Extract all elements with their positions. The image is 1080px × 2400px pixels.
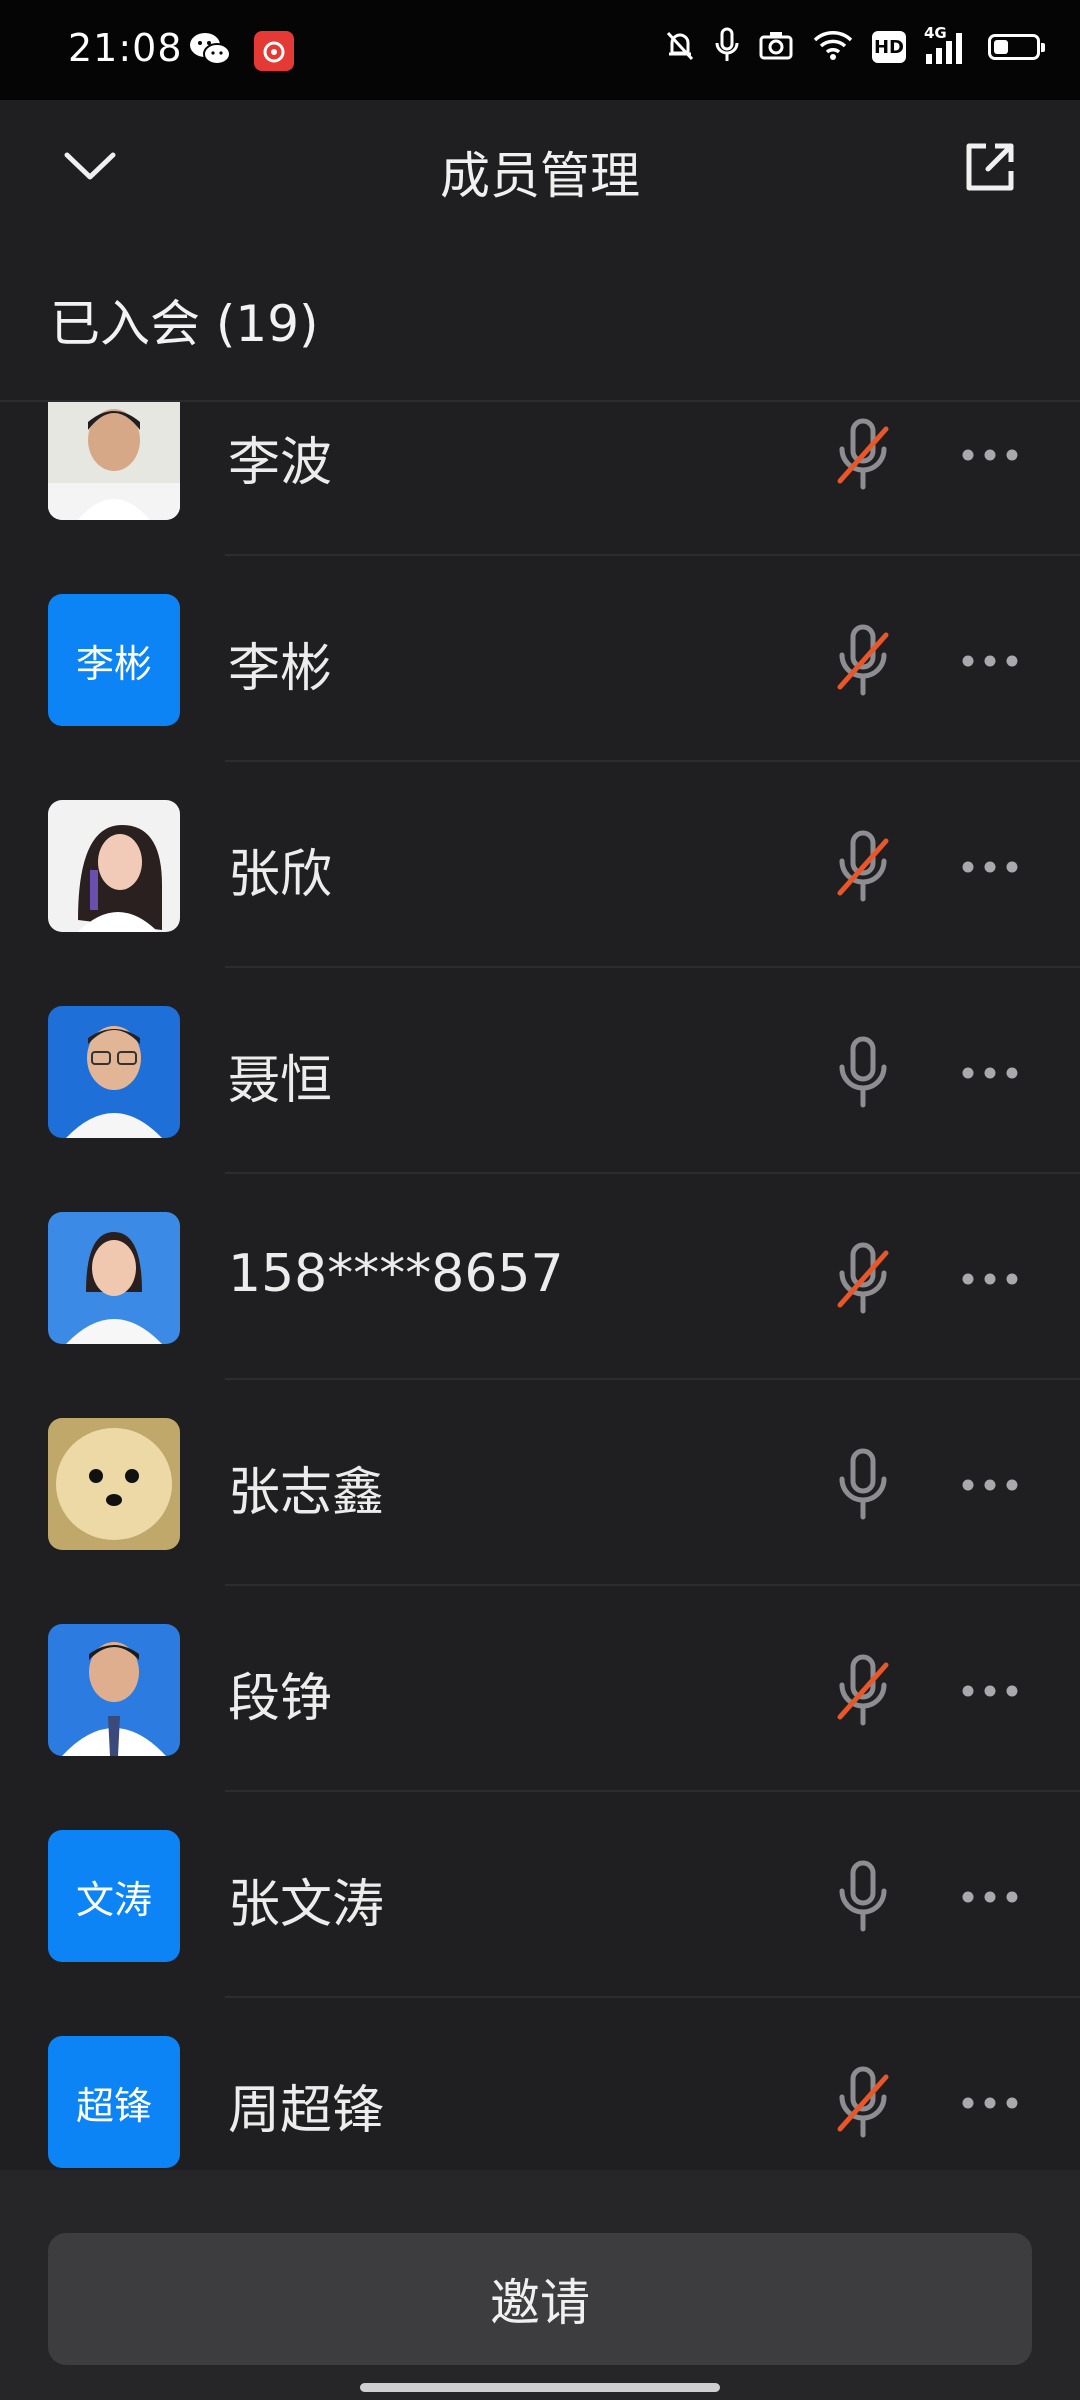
avatar [48, 400, 180, 520]
avatar [48, 800, 180, 932]
more-options-icon[interactable] [955, 2068, 1025, 2138]
avatar [48, 1624, 180, 1756]
invite-button[interactable]: 邀请 [48, 2233, 1032, 2365]
avatar-initials: 李彬 [75, 641, 152, 686]
home-indicator[interactable] [360, 2383, 720, 2392]
mic-icon[interactable] [830, 1440, 896, 1530]
camera-icon [758, 29, 794, 65]
bottom-bar: 邀请 [0, 2170, 1080, 2400]
member-list[interactable]: 李波李彬 李彬张欣聂恒 158****8657 张志鑫段铮文涛 张文涛超锋 周超锋 [0, 400, 1080, 2170]
avatar: 超锋 [48, 2036, 180, 2168]
hd-icon: HD [872, 31, 906, 63]
avatar-initials: 超锋 [75, 2083, 152, 2128]
battery-icon [988, 34, 1045, 60]
status-bar: 21:08 HD 4G [0, 0, 1080, 100]
avatar [48, 1006, 180, 1138]
mic-muted-icon[interactable] [830, 410, 896, 500]
avatar: 李彬 [48, 594, 180, 726]
member-row[interactable]: 李彬 李彬 [0, 556, 1080, 762]
list-divider [0, 400, 1080, 402]
member-name: 聂恒 [228, 1051, 333, 1111]
mic-icon [714, 26, 740, 68]
member-name: 张志鑫 [228, 1463, 385, 1523]
mic-icon[interactable] [830, 1852, 896, 1942]
4g-signal-icon: 4G [924, 24, 970, 66]
more-options-icon[interactable] [955, 1450, 1025, 1520]
member-name: 158****8657 [228, 1244, 564, 1304]
more-options-icon[interactable] [955, 1862, 1025, 1932]
more-options-icon[interactable] [955, 832, 1025, 902]
member-row[interactable]: 158****8657 [0, 1174, 1080, 1380]
more-options-icon[interactable] [955, 1244, 1025, 1314]
external-window-icon [964, 141, 1016, 197]
more-options-icon[interactable] [955, 626, 1025, 696]
member-name: 段铮 [228, 1669, 333, 1729]
member-row[interactable]: 张志鑫 [0, 1380, 1080, 1586]
member-name: 周超锋 [228, 2081, 385, 2141]
mic-muted-icon[interactable] [830, 616, 896, 706]
member-row[interactable]: 文涛 张文涛 [0, 1792, 1080, 1998]
header: 成员管理 [0, 100, 1080, 235]
battery-level [994, 40, 1008, 54]
member-name: 张欣 [228, 845, 333, 905]
member-name: 李波 [228, 433, 333, 493]
member-row[interactable]: 超锋 周超锋 [0, 1998, 1080, 2170]
more-options-icon[interactable] [955, 420, 1025, 490]
member-row[interactable]: 李波 [0, 400, 1080, 556]
avatar [48, 1212, 180, 1344]
status-time: 21:08 [68, 26, 183, 70]
wechat-icon [188, 30, 232, 72]
more-options-icon[interactable] [955, 1038, 1025, 1108]
more-options-icon[interactable] [955, 1656, 1025, 1726]
member-row[interactable]: 聂恒 [0, 968, 1080, 1174]
avatar: 文涛 [48, 1830, 180, 1962]
popout-button[interactable] [955, 134, 1025, 204]
mic-muted-icon[interactable] [830, 2058, 896, 2148]
member-name: 张文涛 [228, 1875, 385, 1935]
netease-music-icon [254, 31, 294, 71]
mic-icon[interactable] [830, 1028, 896, 1118]
page-title: 成员管理 [440, 147, 640, 205]
mic-muted-icon[interactable] [830, 1234, 896, 1324]
avatar [48, 1418, 180, 1550]
wifi-icon [812, 29, 854, 65]
mic-muted-icon[interactable] [830, 1646, 896, 1736]
member-name: 李彬 [228, 639, 333, 699]
joined-section-title: 已入会 (19) [50, 295, 319, 353]
member-row[interactable]: 段铮 [0, 1586, 1080, 1792]
mute-bell-icon [664, 27, 696, 67]
avatar-initials: 文涛 [75, 1877, 152, 1922]
member-row[interactable]: 张欣 [0, 762, 1080, 968]
hd-label: HD [873, 36, 904, 58]
mic-muted-icon[interactable] [830, 822, 896, 912]
